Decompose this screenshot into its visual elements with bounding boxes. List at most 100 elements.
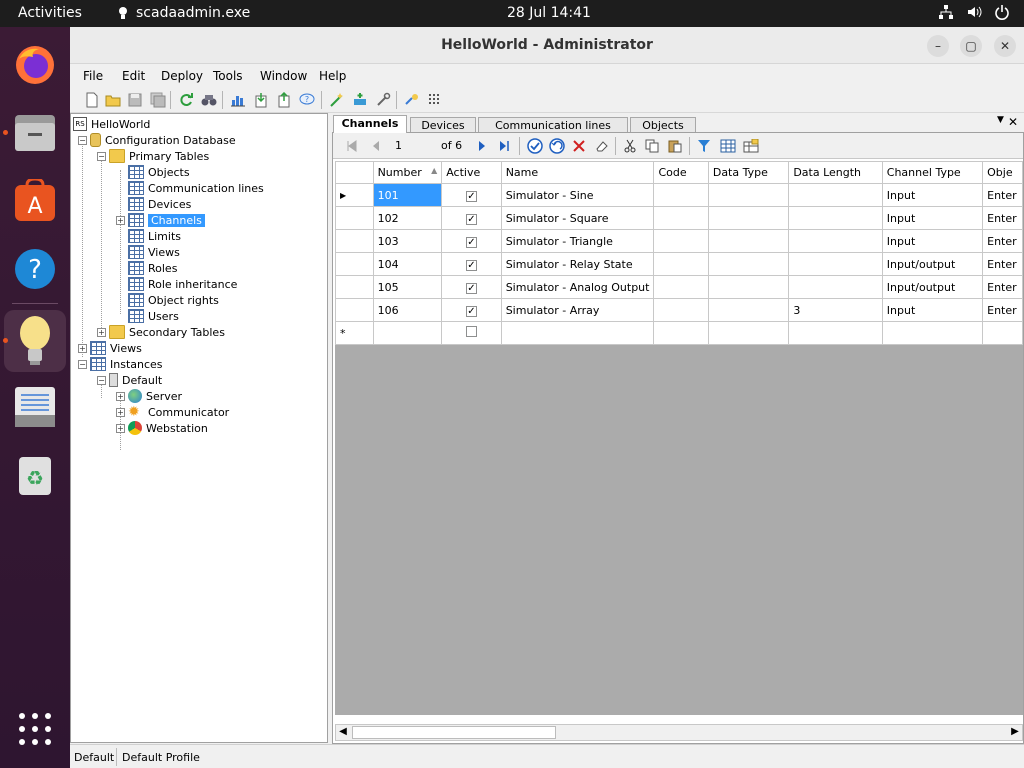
cell-data-type[interactable] <box>707 252 790 276</box>
apply-changes-icon[interactable] <box>527 138 543 154</box>
tree-server[interactable]: Server <box>128 388 182 404</box>
cell-active[interactable]: ✓ <box>441 252 502 276</box>
row-header[interactable] <box>335 275 374 299</box>
cell-data-length[interactable] <box>788 206 883 230</box>
next-record-icon[interactable] <box>475 139 489 153</box>
tree-root[interactable]: RS HelloWorld <box>73 116 150 132</box>
active-checkbox[interactable]: ✓ <box>465 236 477 248</box>
refresh-icon[interactable] <box>178 92 194 108</box>
title-bar[interactable]: HelloWorld - Administrator – ▢ ✕ <box>70 27 1024 64</box>
row-header[interactable] <box>335 252 374 276</box>
column-header-data-length[interactable]: Data Length <box>788 161 883 184</box>
table-properties-icon[interactable] <box>743 139 759 153</box>
table-row[interactable]: 106 ✓ Simulator - Array 3 Input Enter <box>335 298 1023 322</box>
cell-active[interactable]: ✓ <box>441 298 502 322</box>
cell-code[interactable] <box>653 206 709 230</box>
cell-data-length[interactable] <box>788 252 883 276</box>
tree-webstation[interactable]: Webstation <box>128 420 208 436</box>
scroll-left-icon[interactable]: ◀ <box>336 726 350 737</box>
tree-communicator[interactable]: ✹ Communicator <box>128 404 229 420</box>
cell-data-type[interactable] <box>707 275 790 299</box>
find-icon[interactable] <box>201 92 217 108</box>
expand-server[interactable]: + <box>116 392 125 401</box>
tree-item-devices[interactable]: Devices <box>128 196 191 212</box>
tree-item-object-rights[interactable]: Object rights <box>128 292 219 308</box>
cell-data-type[interactable] <box>707 183 790 207</box>
network-icon[interactable] <box>938 4 954 20</box>
cell-active[interactable]: ✓ <box>441 229 502 253</box>
column-header-data-type[interactable]: Data Type <box>707 161 790 184</box>
scroll-right-icon[interactable]: ▶ <box>1008 726 1022 737</box>
clock[interactable]: 28 Jul 14:41 <box>507 5 591 21</box>
active-checkbox[interactable]: ✓ <box>465 213 477 225</box>
last-record-icon[interactable] <box>497 139 511 153</box>
cell-active[interactable]: ✓ <box>441 206 502 230</box>
files-icon[interactable] <box>10 108 60 158</box>
undo-changes-icon[interactable] <box>549 138 565 154</box>
active-checkbox[interactable]: ✓ <box>465 190 477 202</box>
firefox-icon[interactable] <box>10 40 60 90</box>
tree-item-limits[interactable]: Limits <box>128 228 181 244</box>
new-table-row[interactable]: * <box>335 321 1023 345</box>
cell-number[interactable]: 105 <box>372 275 443 299</box>
copy-icon[interactable] <box>645 139 659 153</box>
new-row-cell[interactable] <box>500 321 655 345</box>
table-row[interactable]: ▶ 101 ✓ Simulator - Sine Input Enter <box>335 183 1023 207</box>
tree-primary-tables[interactable]: Primary Tables <box>109 148 209 164</box>
cell-name[interactable]: Simulator - Array <box>500 298 655 322</box>
text-editor-icon[interactable] <box>10 382 60 432</box>
trash-icon[interactable]: ♻ <box>10 450 60 500</box>
tab-devices[interactable]: Devices <box>410 117 476 133</box>
cut-icon[interactable] <box>623 139 637 153</box>
menu-edit[interactable]: Edit <box>122 69 145 83</box>
maximize-button[interactable]: ▢ <box>960 35 982 57</box>
active-checkbox[interactable] <box>465 326 477 337</box>
clear-icon[interactable] <box>595 139 609 153</box>
cell-object[interactable]: Enter <box>982 206 1023 230</box>
table-row[interactable]: 103 ✓ Simulator - Triangle Input Enter <box>335 229 1023 253</box>
save-icon[interactable] <box>127 92 143 108</box>
cell-name[interactable]: Simulator - Sine <box>500 183 655 207</box>
paste-icon[interactable] <box>668 139 682 153</box>
cell-object[interactable]: Enter <box>982 275 1023 299</box>
scadaadmin-bulb-icon[interactable] <box>4 310 66 372</box>
open-folder-icon[interactable] <box>105 92 121 108</box>
row-header[interactable] <box>335 298 374 322</box>
cell-data-type[interactable] <box>707 229 790 253</box>
tab-objects[interactable]: Objects <box>630 117 696 133</box>
new-row-cell[interactable] <box>982 321 1023 345</box>
new-row-cell[interactable] <box>653 321 709 345</box>
cell-channel-type[interactable]: Input <box>881 206 984 230</box>
current-page-input[interactable]: 1 <box>395 138 435 154</box>
expand-secondary-tables[interactable]: + <box>97 328 106 337</box>
tab-channels[interactable]: Channels <box>333 115 407 133</box>
cell-code[interactable] <box>653 183 709 207</box>
system-tray[interactable] <box>938 4 1010 20</box>
cell-active[interactable]: ✓ <box>441 183 502 207</box>
new-file-icon[interactable] <box>84 92 100 108</box>
cell-code[interactable] <box>653 275 709 299</box>
show-apps-icon[interactable] <box>10 704 60 754</box>
column-header-object[interactable]: Obje <box>982 161 1023 184</box>
cell-object[interactable]: Enter <box>982 229 1023 253</box>
help-bubble-icon[interactable]: ? <box>299 92 315 108</box>
cell-number[interactable]: 104 <box>372 252 443 276</box>
column-header-active[interactable]: Active <box>441 161 502 184</box>
new-row-cell[interactable] <box>881 321 984 345</box>
tab-communication-lines[interactable]: Communication lines <box>478 117 628 133</box>
cell-data-type[interactable] <box>707 298 790 322</box>
row-header[interactable]: ▶ <box>335 183 374 207</box>
tools-icon[interactable] <box>375 92 391 108</box>
first-record-icon[interactable] <box>345 139 359 153</box>
tree-default-instance[interactable]: Default <box>109 372 162 388</box>
help-icon[interactable]: ? <box>10 244 60 294</box>
cell-code[interactable] <box>653 298 709 322</box>
cell-code[interactable] <box>653 252 709 276</box>
menu-help[interactable]: Help <box>319 69 346 83</box>
cell-number[interactable]: 102 <box>372 206 443 230</box>
delete-icon[interactable] <box>572 139 586 153</box>
collapse-default[interactable]: − <box>97 376 106 385</box>
settings-icon[interactable] <box>404 92 420 108</box>
cell-number[interactable]: 106 <box>372 298 443 322</box>
column-settings-icon[interactable] <box>720 139 736 153</box>
